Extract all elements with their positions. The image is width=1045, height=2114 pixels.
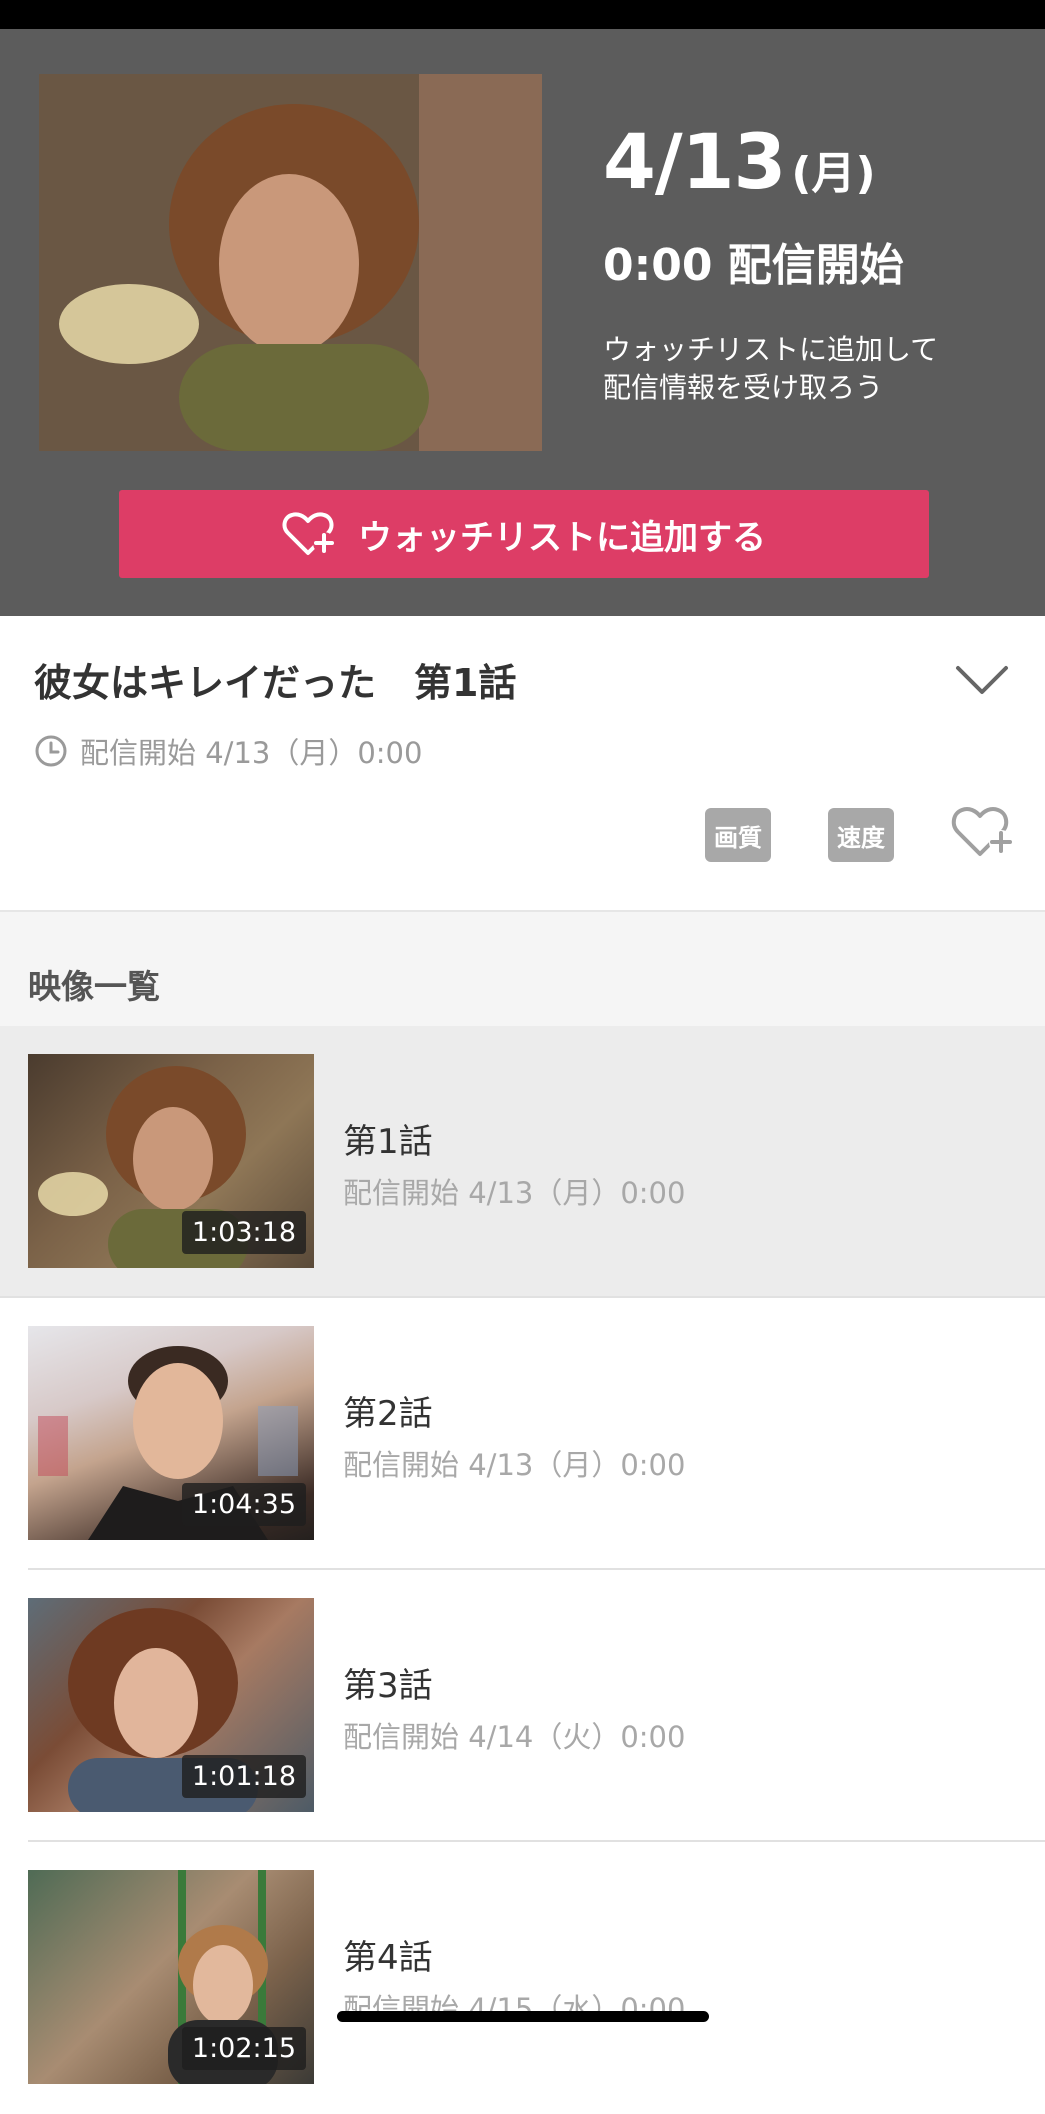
episode-row[interactable]: 1:02:15 第4話 配信開始 4/15（水）0:00 — [0, 1842, 1045, 2114]
duration-badge: 1:04:35 — [181, 1483, 306, 1526]
episode-row-title: 第2話 — [343, 1394, 433, 1434]
status-bar — [0, 0, 1045, 29]
episode-row-title: 第4話 — [343, 1938, 433, 1978]
chevron-down-icon — [956, 666, 1008, 694]
duration-badge: 1:02:15 — [181, 2027, 306, 2070]
duration-badge: 1:03:18 — [181, 1211, 306, 1254]
heart-plus-icon — [951, 806, 1013, 856]
expand-chevron[interactable] — [955, 664, 1009, 702]
episode-row-title: 第1話 — [343, 1122, 433, 1162]
heart-plus-icon — [282, 512, 335, 555]
release-date-text: 4/13 — [603, 117, 786, 206]
favorite-button[interactable] — [950, 802, 1016, 864]
episode-row-title: 第3話 — [343, 1666, 433, 1706]
release-info: 配信開始 4/13（月）0:00 — [34, 730, 422, 772]
episode-row-release: 配信開始 4/14（火）0:00 — [343, 1720, 686, 1754]
clock-icon — [35, 735, 67, 767]
watchlist-hint: ウォッチリストに追加して 配信情報を受け取ろう — [603, 331, 1023, 407]
episode-row[interactable]: 1:04:35 第2話 配信開始 4/13（月）0:00 — [0, 1298, 1045, 1570]
speed-button[interactable]: 速度 — [828, 808, 894, 862]
watchlist-hint-line2: 配信情報を受け取ろう — [603, 371, 884, 404]
episode-row-release: 配信開始 4/13（月）0:00 — [343, 1176, 686, 1210]
episode-thumbnail: 1:01:18 — [28, 1598, 314, 1812]
episode-row[interactable]: 1:01:18 第3話 配信開始 4/14（火）0:00 — [0, 1570, 1045, 1842]
watchlist-hint-line1: ウォッチリストに追加して — [603, 333, 939, 366]
duration-badge: 1:01:18 — [181, 1755, 306, 1798]
episode-title: 彼女はキレイだった 第1話 — [34, 661, 517, 705]
add-to-watchlist-label: ウォッチリストに追加する — [358, 517, 766, 558]
episode-row-release: 配信開始 4/13（月）0:00 — [343, 1448, 686, 1482]
add-to-watchlist-button[interactable]: ウォッチリストに追加する — [119, 490, 929, 578]
release-date: 4/13 (月) — [603, 117, 876, 206]
episode-info: 彼女はキレイだった 第1話 配信開始 4/13（月）0:00 画質 速度 — [0, 616, 1045, 912]
episode-thumbnail: 1:02:15 — [28, 1870, 314, 2084]
episode-thumbnail: 1:04:35 — [28, 1326, 314, 1540]
hero-banner: 4/13 (月) 0:00 配信開始 ウォッチリストに追加して 配信情報を受け取ろ… — [0, 29, 1045, 616]
episode-thumbnail: 1:03:18 — [28, 1054, 314, 1268]
release-weekday: (月) — [791, 148, 876, 199]
video-list-title: 映像一覧 — [28, 967, 160, 1006]
hero-thumbnail[interactable] — [39, 74, 542, 451]
video-list-header: 映像一覧 — [0, 912, 1045, 1028]
home-indicator[interactable] — [337, 2011, 709, 2022]
episode-row[interactable]: 1:03:18 第1話 配信開始 4/13（月）0:00 — [0, 1026, 1045, 1298]
hero-image — [39, 74, 542, 451]
release-info-text: 配信開始 4/13（月）0:00 — [80, 736, 423, 770]
release-start-time: 0:00 配信開始 — [603, 240, 904, 291]
quality-button[interactable]: 画質 — [705, 808, 771, 862]
